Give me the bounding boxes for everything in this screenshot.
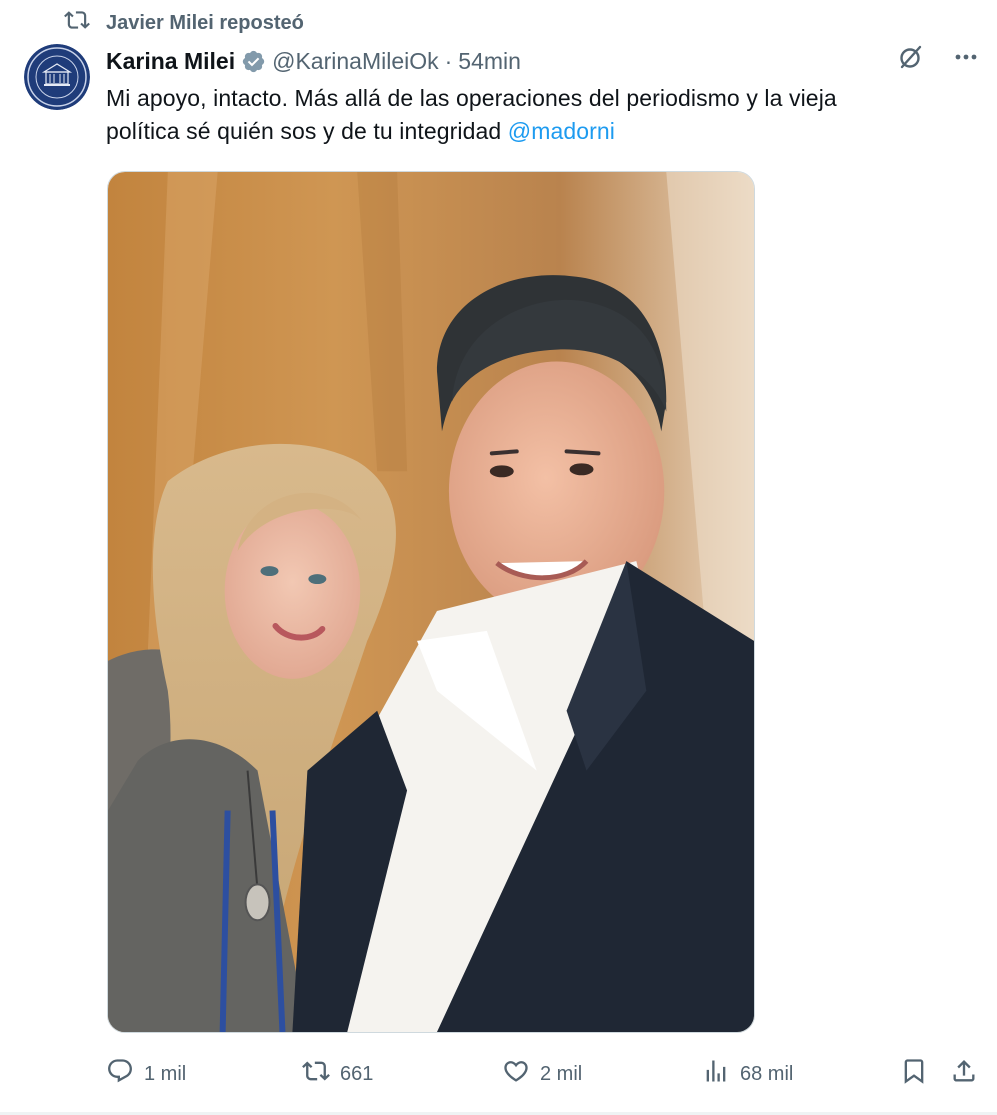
tweet-time[interactable]: 54min xyxy=(458,48,521,75)
more-options-icon[interactable] xyxy=(951,42,981,77)
tweet-text: Mi apoyo, intacto. Más allá de las opera… xyxy=(106,82,966,148)
verified-badge-icon[interactable] xyxy=(241,49,266,74)
like-button[interactable]: 2 mil xyxy=(502,1056,582,1092)
reply-icon xyxy=(106,1057,134,1091)
heart-icon xyxy=(502,1057,530,1091)
reply-count: 1 mil xyxy=(144,1062,187,1085)
tweet-card[interactable]: Javier Milei reposteó Karina Milei @Kari… xyxy=(0,0,997,1115)
tweet-actions: 1 mil 661 2 mil 68 mil xyxy=(106,1056,982,1092)
tweet-text-line1: Mi apoyo, intacto. Más allá de las opera… xyxy=(106,85,837,111)
repost-context: Javier Milei reposteó xyxy=(64,8,304,38)
repost-icon xyxy=(64,7,90,39)
bookmark-icon xyxy=(900,1057,928,1091)
header-actions xyxy=(895,42,981,77)
repost-count: 661 xyxy=(340,1062,374,1085)
author-name[interactable]: Karina Milei xyxy=(106,48,235,75)
author-handle[interactable]: @KarinaMileiOk xyxy=(272,48,439,75)
author-avatar[interactable] xyxy=(24,44,90,110)
repost-icon xyxy=(302,1057,330,1091)
share-icon xyxy=(950,1057,978,1091)
views-count: 68 mil xyxy=(740,1062,794,1085)
like-count: 2 mil xyxy=(540,1062,583,1085)
bookmark-button[interactable] xyxy=(900,1056,928,1092)
share-button[interactable] xyxy=(950,1056,978,1092)
repost-button[interactable]: 661 xyxy=(302,1056,373,1092)
reply-button[interactable]: 1 mil xyxy=(106,1056,186,1092)
tweet-header: Karina Milei @KarinaMileiOk · 54min xyxy=(106,44,521,78)
tweet-text-line2: política sé quién sos y de tu integridad xyxy=(106,118,508,144)
repost-label: Javier Milei reposteó xyxy=(106,11,304,34)
grok-icon[interactable] xyxy=(895,42,925,77)
tweet-photo[interactable] xyxy=(107,171,755,1033)
views-chart-icon xyxy=(702,1057,730,1091)
mention-link[interactable]: @madorni xyxy=(508,118,615,144)
views-button[interactable]: 68 mil xyxy=(702,1056,793,1092)
separator-dot: · xyxy=(444,47,453,74)
